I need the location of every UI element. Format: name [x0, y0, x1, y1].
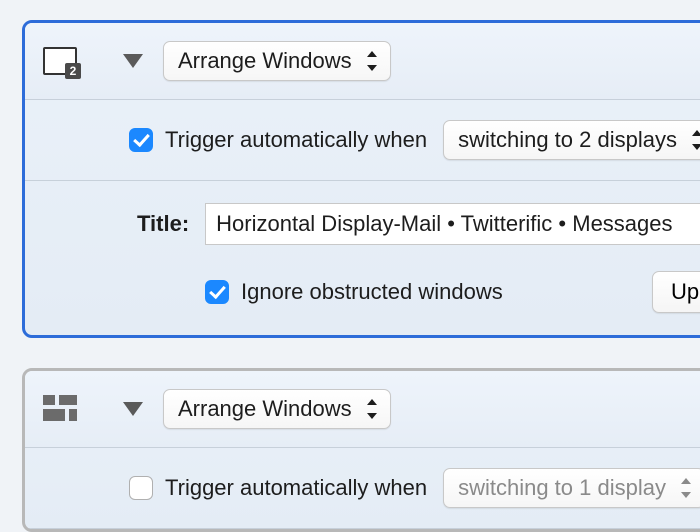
- disclosure-triangle[interactable]: [123, 402, 143, 416]
- title-field-label: Title:: [137, 211, 189, 237]
- trigger-condition-popup[interactable]: switching to 1 display: [443, 468, 700, 508]
- stepper-icon: [364, 399, 380, 419]
- stepper-icon: [678, 478, 694, 498]
- two-displays-icon: [43, 47, 77, 75]
- disclosure-triangle[interactable]: [123, 54, 143, 68]
- action-type-popup[interactable]: Arrange Windows: [163, 41, 391, 81]
- action-type-label: Arrange Windows: [178, 48, 352, 74]
- ignore-obstructed-checkbox[interactable]: [205, 280, 229, 304]
- update-button[interactable]: Update: [652, 271, 700, 313]
- card-header: Arrange Windows: [25, 23, 700, 100]
- options-row: Ignore obstructed windows Update: [25, 253, 700, 335]
- action-type-label: Arrange Windows: [178, 396, 352, 422]
- trigger-condition-label: switching to 2 displays: [458, 127, 677, 153]
- trigger-automatically-checkbox[interactable]: [129, 128, 153, 152]
- trigger-automatically-label: Trigger automatically when: [165, 127, 427, 153]
- action-type-popup[interactable]: Arrange Windows: [163, 389, 391, 429]
- title-row: Title:: [25, 181, 700, 253]
- window-grid-icon: [43, 395, 77, 423]
- trigger-automatically-label: Trigger automatically when: [165, 475, 427, 501]
- stepper-icon: [689, 130, 700, 150]
- ignore-obstructed-label: Ignore obstructed windows: [241, 279, 503, 305]
- trigger-condition-popup[interactable]: switching to 2 displays: [443, 120, 700, 160]
- title-input[interactable]: [205, 203, 700, 245]
- card-header: Arrange Windows: [25, 371, 700, 448]
- trigger-automatically-checkbox[interactable]: [129, 476, 153, 500]
- trigger-row: Trigger automatically when switching to …: [25, 448, 700, 529]
- action-card-1: Arrange Windows Trigger automatically wh…: [22, 20, 700, 338]
- stepper-icon: [364, 51, 380, 71]
- trigger-condition-label: switching to 1 display: [458, 475, 666, 501]
- trigger-row: Trigger automatically when switching to …: [25, 100, 700, 181]
- action-card-2: Arrange Windows Trigger automatically wh…: [22, 368, 700, 532]
